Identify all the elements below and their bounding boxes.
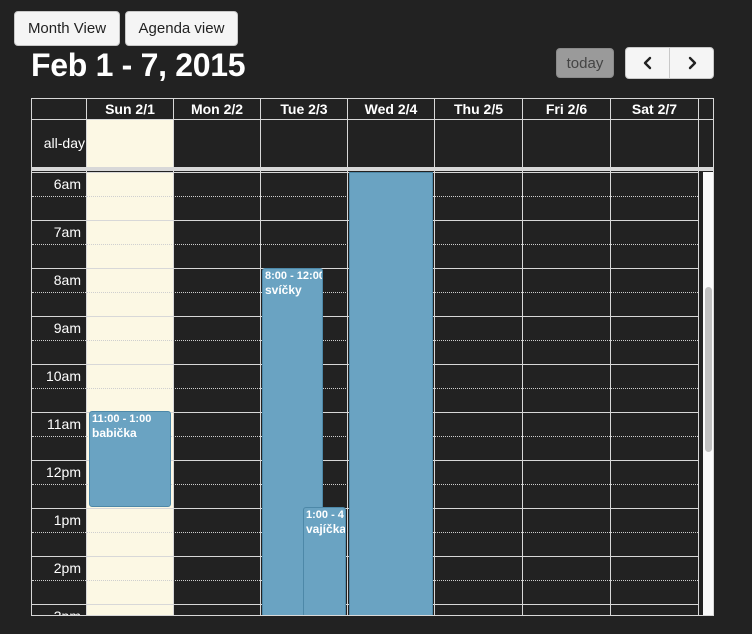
week-calendar: Sun 2/1 Mon 2/2 Tue 2/3 Wed 2/4 Thu 2/5 … — [31, 98, 714, 616]
event-babicka[interactable]: 11:00 - 1:00 babička — [89, 411, 171, 507]
prev-button[interactable] — [626, 48, 670, 78]
event-wed-block[interactable] — [349, 172, 433, 615]
column-line — [610, 99, 611, 615]
today-allday-cell — [87, 120, 173, 167]
time-label: 10am — [45, 368, 81, 384]
next-button[interactable] — [670, 48, 713, 78]
time-label: 12pm — [45, 464, 81, 480]
month-view-button[interactable]: Month View — [14, 11, 120, 46]
chevron-left-icon — [643, 56, 651, 70]
time-label: 1pm — [53, 512, 81, 528]
nav-button-group — [625, 47, 714, 79]
event-time: 1:00 - 4 — [306, 509, 344, 521]
day-header-sun: Sun 2/1 — [105, 101, 155, 117]
agenda-view-button[interactable]: Agenda view — [125, 11, 238, 46]
event-time: 8:00 - 12:00 — [265, 270, 323, 282]
event-time: 11:00 - 1:00 — [92, 413, 152, 425]
column-line — [698, 99, 699, 615]
page-title: Feb 1 - 7, 2015 — [31, 47, 246, 83]
column-line — [347, 99, 348, 615]
time-label: 6am — [53, 176, 81, 192]
day-header-sat: Sat 2/7 — [631, 101, 678, 117]
time-label: 2pm — [53, 560, 81, 576]
time-label: 9am — [53, 320, 81, 336]
time-label: 3pm — [53, 608, 81, 616]
event-vajicka[interactable]: 1:00 - 4 vajíčka — [303, 507, 346, 615]
day-header-fri: Fri 2/6 — [545, 101, 588, 117]
column-line — [522, 99, 523, 615]
today-column — [87, 172, 173, 615]
column-line — [260, 99, 261, 615]
day-header-thu: Thu 2/5 — [453, 101, 503, 117]
allday-label: all-day — [43, 135, 85, 151]
event-title: svíčky — [265, 283, 302, 297]
day-header-tue: Tue 2/3 — [280, 101, 328, 117]
scrollbar-thumb[interactable] — [705, 287, 712, 452]
day-header-mon: Mon 2/2 — [190, 101, 244, 117]
scrollbar[interactable] — [703, 172, 713, 615]
column-line — [173, 99, 174, 615]
gutter-line — [86, 99, 87, 615]
time-label: 8am — [53, 272, 81, 288]
today-button[interactable]: today — [556, 48, 614, 78]
time-label: 11am — [47, 416, 81, 432]
event-title: vajíčka — [306, 522, 346, 536]
day-header-wed: Wed 2/4 — [364, 101, 418, 117]
chevron-right-icon — [688, 56, 696, 70]
event-title: babička — [92, 426, 137, 440]
time-label: 7am — [53, 224, 81, 240]
column-line — [434, 99, 435, 615]
